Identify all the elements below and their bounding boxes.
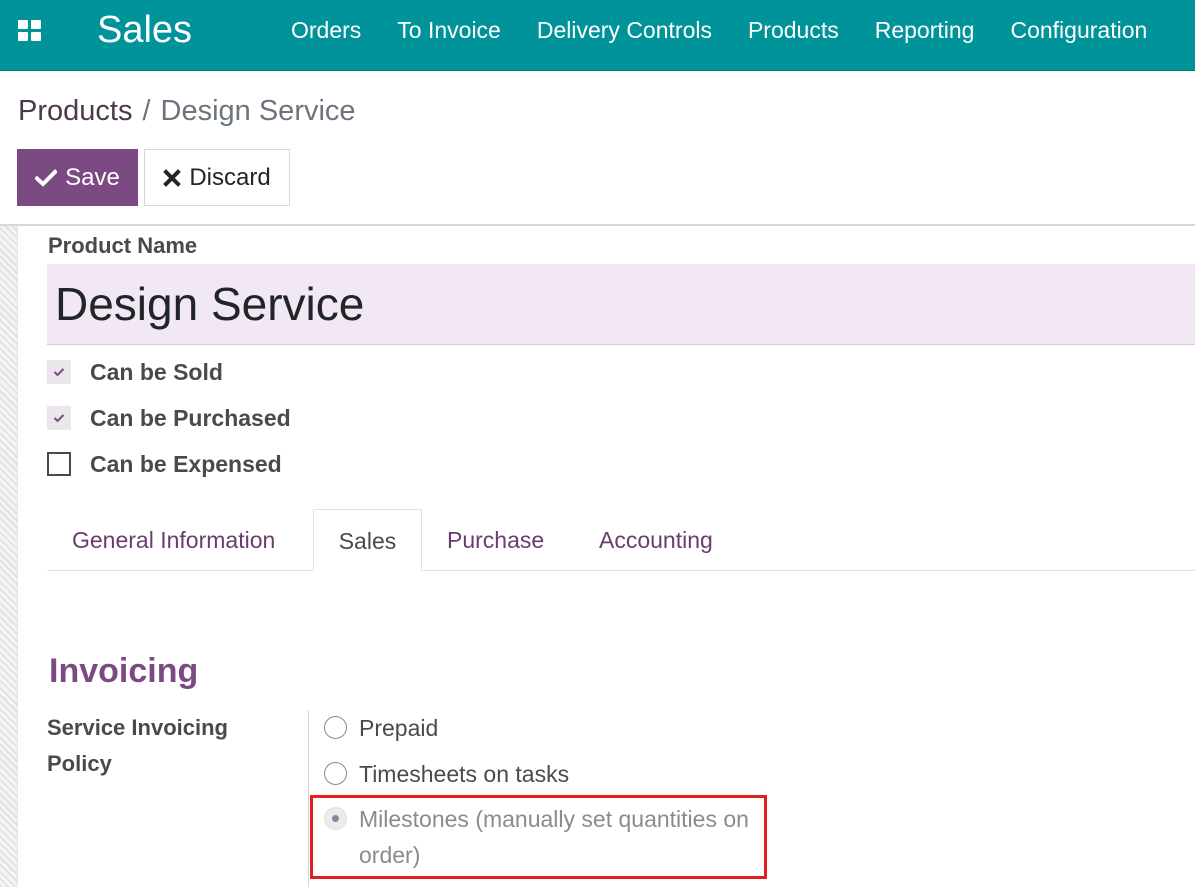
radio-label: Milestones (manually set quantities on o…	[359, 806, 749, 868]
radio-milestones[interactable]: Milestones (manually set quantities on o…	[324, 801, 754, 873]
tab-sales[interactable]: Sales	[313, 509, 422, 571]
control-panel-divider	[0, 224, 1195, 226]
radio-label: Timesheets on tasks	[359, 761, 570, 787]
service-invoicing-policy-label: Service Invoicing Policy	[47, 715, 228, 776]
close-icon	[163, 168, 182, 187]
checkbox-unchecked[interactable]	[47, 452, 71, 476]
breadcrumb-current: Design Service	[160, 95, 356, 127]
checkbox-label: Can be Expensed	[90, 450, 282, 477]
tab-general-information[interactable]: General Information	[72, 509, 275, 571]
nav-item-products[interactable]: Products	[730, 0, 857, 60]
tab-accounting[interactable]: Accounting	[599, 509, 713, 571]
checkbox-label: Can be Sold	[90, 358, 223, 385]
checkmark-icon	[53, 414, 65, 423]
invoicing-section-title: Invoicing	[49, 652, 199, 690]
can-be-expensed-checkbox[interactable]: Can be Expensed	[47, 451, 282, 477]
save-button-label: Save	[65, 163, 120, 191]
checkbox-label: Can be Purchased	[90, 404, 291, 431]
radio-button[interactable]	[324, 716, 347, 739]
radio-timesheets-on-tasks[interactable]: Timesheets on tasks	[324, 756, 569, 792]
breadcrumb-separator: /	[142, 95, 151, 127]
nav-item-orders[interactable]: Orders	[273, 0, 379, 60]
check-icon	[35, 168, 58, 187]
can-be-purchased-checkbox[interactable]: Can be Purchased	[47, 405, 291, 431]
product-name-input[interactable]	[47, 264, 1195, 345]
nav-item-reporting[interactable]: Reporting	[857, 0, 993, 60]
nav-item-configuration[interactable]: Configuration	[992, 0, 1165, 60]
checkbox-checked[interactable]	[47, 360, 71, 384]
top-navbar: Sales Orders To Invoice Delivery Control…	[0, 0, 1195, 71]
radio-button[interactable]	[324, 762, 347, 785]
nav-item-to-invoice[interactable]: To Invoice	[379, 0, 519, 60]
radio-button-selected[interactable]	[324, 807, 347, 830]
discard-button-label: Discard	[189, 163, 271, 191]
tab-purchase[interactable]: Purchase	[447, 509, 544, 571]
sheet-side-strip	[0, 226, 18, 887]
breadcrumb: Products / Design Service	[18, 92, 356, 130]
nav-menu: Orders To Invoice Delivery Controls Prod…	[273, 0, 1165, 60]
apps-grid-icon[interactable]	[18, 20, 42, 42]
save-button[interactable]: Save	[17, 149, 138, 206]
nav-item-delivery-controls[interactable]: Delivery Controls	[519, 0, 730, 60]
radio-prepaid[interactable]: Prepaid	[324, 710, 438, 746]
breadcrumb-parent-link[interactable]: Products	[18, 95, 132, 127]
app-title[interactable]: Sales	[97, 8, 192, 52]
radio-dot	[332, 815, 339, 822]
field-divider	[308, 710, 309, 887]
checkmark-icon	[53, 368, 65, 377]
product-name-label: Product Name	[48, 233, 198, 258]
discard-button[interactable]: Discard	[144, 149, 290, 206]
radio-label: Prepaid	[359, 715, 439, 741]
checkbox-checked[interactable]	[47, 406, 71, 430]
can-be-sold-checkbox[interactable]: Can be Sold	[47, 359, 223, 385]
